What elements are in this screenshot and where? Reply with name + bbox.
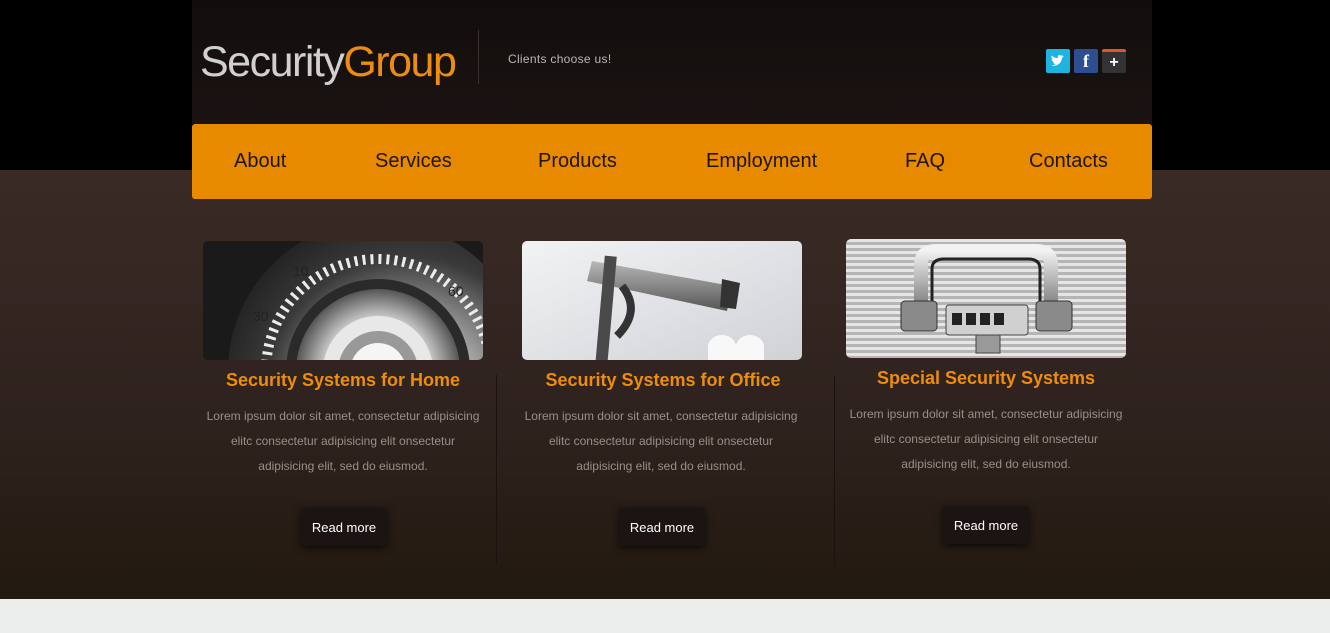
tagline: Clients choose us! — [508, 52, 612, 66]
header: SecurityGroup Clients choose us! f + — [192, 0, 1152, 124]
card-description: Lorem ipsum dolor sit amet, consectetur … — [821, 402, 1151, 477]
card-description: Lorem ipsum dolor sit amet, consectetur … — [178, 404, 508, 479]
card-text-line: Lorem ipsum dolor sit amet, consectetur … — [849, 407, 1123, 421]
nav-faq[interactable]: FAQ — [905, 150, 945, 172]
nav-products[interactable]: Products — [538, 150, 617, 172]
footer-strip — [0, 599, 1330, 633]
nav-services[interactable]: Services — [375, 150, 452, 172]
logo-part-security: Security — [200, 38, 345, 86]
nav-contacts[interactable]: Contacts — [1029, 150, 1108, 172]
svg-text:10: 10 — [293, 263, 309, 279]
site-logo[interactable]: SecurityGroup — [200, 38, 457, 86]
card-text-line: adipisicing elit, sed do eiusmod. — [576, 459, 746, 473]
card-text-line: elitc consectetur adipisicing elit onsec… — [548, 434, 774, 448]
google-plus-icon[interactable]: + — [1102, 49, 1126, 73]
facebook-icon[interactable]: f — [1074, 49, 1098, 73]
card-title[interactable]: Security Systems for Office — [498, 370, 828, 391]
safe-dial-image[interactable]: 10 30 60 — [203, 241, 483, 360]
svg-text:60: 60 — [448, 283, 464, 299]
card-text-line: adipisicing elit, sed do eiusmod. — [901, 457, 1071, 471]
card-text-line: adipisicing elit, sed do eiusmod. — [258, 459, 428, 473]
card-text-line: elitc consectetur adipisicing elit onsec… — [873, 432, 1099, 446]
read-more-button[interactable]: Read more — [619, 508, 705, 546]
card-title[interactable]: Special Security Systems — [821, 368, 1151, 389]
read-more-button[interactable]: Read more — [301, 508, 387, 546]
card-text-line: Lorem ipsum dolor sit amet, consectetur … — [524, 409, 798, 423]
read-more-button[interactable]: Read more — [943, 506, 1029, 544]
header-divider — [478, 30, 479, 84]
twitter-icon[interactable] — [1046, 49, 1070, 73]
nav-about[interactable]: About — [234, 150, 286, 172]
card-text-line: Lorem ipsum dolor sit amet, consectetur … — [206, 409, 480, 423]
briefcase-lock-image[interactable] — [846, 239, 1126, 358]
svg-text:30: 30 — [253, 308, 269, 324]
card-title[interactable]: Security Systems for Home — [178, 370, 508, 391]
logo-part-group: Group — [343, 38, 457, 86]
nav-employment[interactable]: Employment — [706, 150, 817, 172]
card-text-line: elitc consectetur adipisicing elit onsec… — [230, 434, 456, 448]
main-navigation: About Services Products Employment FAQ C… — [192, 124, 1152, 199]
security-camera-image[interactable] — [522, 241, 802, 360]
card-description: Lorem ipsum dolor sit amet, consectetur … — [496, 404, 826, 479]
